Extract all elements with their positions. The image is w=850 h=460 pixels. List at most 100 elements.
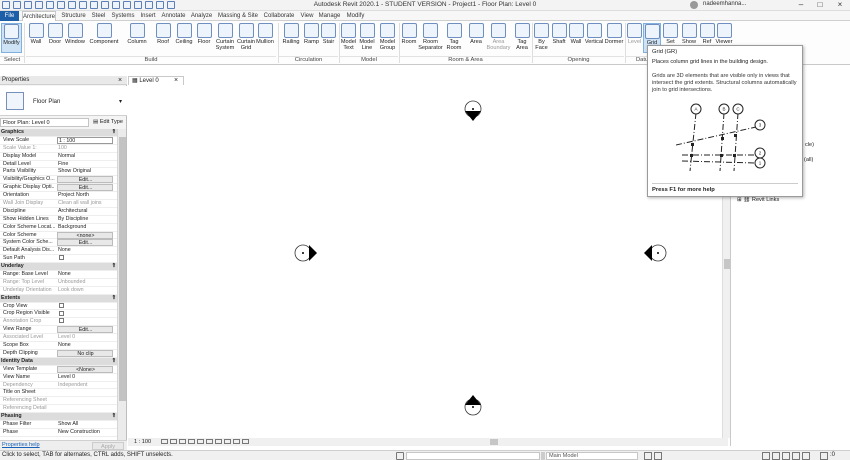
tab-annotate[interactable]: Annotate bbox=[160, 12, 187, 21]
property-value[interactable]: Edit... bbox=[57, 184, 113, 192]
property-row[interactable]: Orientation Project North bbox=[0, 192, 117, 201]
room-separator-button[interactable]: Room Separator bbox=[418, 23, 443, 53]
ceiling-button[interactable]: Ceiling bbox=[173, 23, 195, 53]
property-value[interactable]: 1 : 100 bbox=[57, 136, 113, 144]
property-row[interactable]: Underlay Orientation Look down bbox=[0, 287, 117, 295]
tab-architecture[interactable]: Architecture bbox=[22, 11, 56, 21]
property-row[interactable]: Color Scheme Locat... Background bbox=[0, 224, 117, 232]
scrollbar-thumb[interactable] bbox=[119, 137, 126, 401]
select-pinned-icon[interactable] bbox=[782, 452, 790, 460]
stair-button[interactable]: Stair bbox=[320, 23, 337, 53]
close-icon[interactable]: × bbox=[832, 0, 848, 11]
design-options-icon[interactable] bbox=[541, 452, 545, 460]
dormer-button[interactable]: Dormer bbox=[604, 23, 624, 53]
checkbox[interactable] bbox=[59, 310, 64, 316]
user-name[interactable]: nadeemhanna... bbox=[703, 1, 746, 7]
property-checkbox[interactable] bbox=[57, 318, 113, 326]
property-value[interactable]: None bbox=[57, 247, 113, 255]
property-value[interactable]: Independent bbox=[57, 382, 113, 390]
user-icon[interactable] bbox=[690, 1, 698, 9]
analytical-icon[interactable] bbox=[241, 439, 249, 445]
property-section[interactable]: Extents ⇑ bbox=[0, 294, 117, 303]
select-by-face-icon[interactable] bbox=[792, 452, 800, 460]
tab-massing-site[interactable]: Massing & Site bbox=[216, 12, 260, 21]
property-row[interactable]: Wall Join Display Clean all wall joins bbox=[0, 200, 117, 208]
ramp-button[interactable]: Ramp bbox=[303, 23, 320, 53]
curtain-system-button[interactable]: Curtain System bbox=[214, 23, 236, 53]
panel-select[interactable]: Select bbox=[0, 56, 24, 64]
level-button[interactable]: Level bbox=[626, 23, 643, 53]
tab-view[interactable]: View bbox=[298, 12, 316, 21]
property-value[interactable]: Level 0 bbox=[57, 374, 113, 382]
column-button[interactable]: Column bbox=[125, 23, 149, 53]
property-row[interactable]: Referencing Sheet bbox=[0, 397, 117, 406]
property-value[interactable]: New Construction bbox=[57, 429, 113, 437]
property-row[interactable]: Referencing Detail bbox=[0, 405, 117, 414]
collapse-icon[interactable]: ⇑ bbox=[112, 295, 116, 303]
property-row[interactable]: Detail Level Fine bbox=[0, 161, 117, 169]
property-row[interactable]: System Color Sche... Edit... bbox=[0, 239, 117, 248]
instance-selector[interactable]: Floor Plan: Level 0 bbox=[0, 118, 89, 127]
minimize-icon[interactable]: – bbox=[793, 0, 809, 11]
property-value[interactable]: None bbox=[57, 342, 113, 350]
worksets-icon[interactable] bbox=[396, 452, 404, 460]
tab-manage[interactable]: Manage bbox=[318, 12, 341, 21]
property-row[interactable]: Scale Value 1: 100 bbox=[0, 145, 117, 153]
property-row[interactable]: View Scale 1 : 100 bbox=[0, 136, 117, 145]
property-value[interactable]: None bbox=[57, 271, 113, 279]
shadows-icon[interactable] bbox=[187, 439, 195, 445]
model-group-button[interactable]: Model Group bbox=[377, 23, 398, 53]
collapse-icon[interactable]: ⇑ bbox=[112, 413, 116, 421]
properties-help-link[interactable]: Properties help bbox=[2, 442, 40, 448]
browser-item[interactable]: cle) bbox=[805, 142, 814, 148]
property-row[interactable]: Default Analysis Dis... None bbox=[0, 247, 117, 256]
property-row[interactable]: Annotation Crop bbox=[0, 318, 117, 327]
view-scale[interactable]: 1 : 100 bbox=[134, 439, 151, 445]
property-value[interactable]: Fine bbox=[57, 161, 113, 169]
close-icon[interactable]: × bbox=[174, 77, 178, 85]
property-row[interactable]: View Name Level 0 bbox=[0, 374, 117, 382]
property-value[interactable]: No clip bbox=[57, 349, 113, 357]
property-row[interactable]: Phase Filter Show All bbox=[0, 421, 117, 429]
property-value[interactable]: Architectural bbox=[57, 208, 113, 216]
property-checkbox[interactable] bbox=[57, 310, 113, 318]
workset-selector[interactable] bbox=[406, 452, 540, 460]
property-row[interactable]: Color Scheme <none> bbox=[0, 231, 117, 240]
select-underlay-icon[interactable] bbox=[772, 452, 780, 460]
property-value[interactable]: Look down bbox=[57, 287, 113, 295]
filter-icon[interactable] bbox=[820, 452, 828, 460]
chevron-down-icon[interactable]: ▾ bbox=[119, 98, 122, 105]
property-value[interactable]: Project North bbox=[57, 192, 113, 200]
sun-path-icon[interactable] bbox=[178, 439, 186, 445]
property-row[interactable]: Show Hidden Lines By Discipline bbox=[0, 216, 117, 224]
property-row[interactable]: Phase New Construction bbox=[0, 429, 117, 437]
property-value[interactable]: Normal bbox=[57, 153, 113, 161]
property-value[interactable]: Show Original bbox=[57, 168, 113, 176]
vertical-button[interactable]: Vertical bbox=[584, 23, 604, 53]
drag-elements-icon[interactable] bbox=[802, 452, 810, 460]
window-button[interactable]: Window bbox=[64, 23, 86, 53]
checkbox[interactable] bbox=[59, 318, 64, 324]
room-button[interactable]: Room bbox=[400, 23, 418, 53]
property-row[interactable]: Range: Base Level None bbox=[0, 271, 117, 279]
property-row[interactable]: View Template <None> bbox=[0, 365, 117, 374]
area-boundary-button[interactable]: Area Boundary bbox=[486, 23, 511, 53]
property-value[interactable]: Level 0 bbox=[57, 334, 113, 342]
edit-type-button[interactable]: ▤ Edit Type bbox=[90, 118, 126, 127]
tab-steel[interactable]: Steel bbox=[89, 12, 108, 21]
collapse-icon[interactable]: ⇑ bbox=[112, 263, 116, 271]
tab-modify[interactable]: Modify bbox=[344, 12, 367, 21]
property-row[interactable]: Display Model Normal bbox=[0, 153, 117, 161]
browser-item-revit-links[interactable]: ⊞ ⛓ Revit Links bbox=[737, 197, 779, 203]
checkbox[interactable] bbox=[59, 302, 64, 308]
tab-collaborate[interactable]: Collaborate bbox=[262, 12, 296, 21]
property-value[interactable]: Unbounded bbox=[57, 279, 113, 287]
property-row[interactable]: Associated Level Level 0 bbox=[0, 334, 117, 343]
elevation-marker-north[interactable] bbox=[464, 100, 482, 121]
property-row[interactable]: Range: Top Level Unbounded bbox=[0, 279, 117, 287]
property-value[interactable]: <None> bbox=[57, 365, 113, 373]
collapse-icon[interactable]: ⇑ bbox=[112, 129, 116, 137]
close-icon[interactable]: × bbox=[118, 76, 122, 85]
tab-systems[interactable]: Systems bbox=[110, 12, 136, 21]
property-value[interactable]: By Discipline bbox=[57, 216, 113, 224]
